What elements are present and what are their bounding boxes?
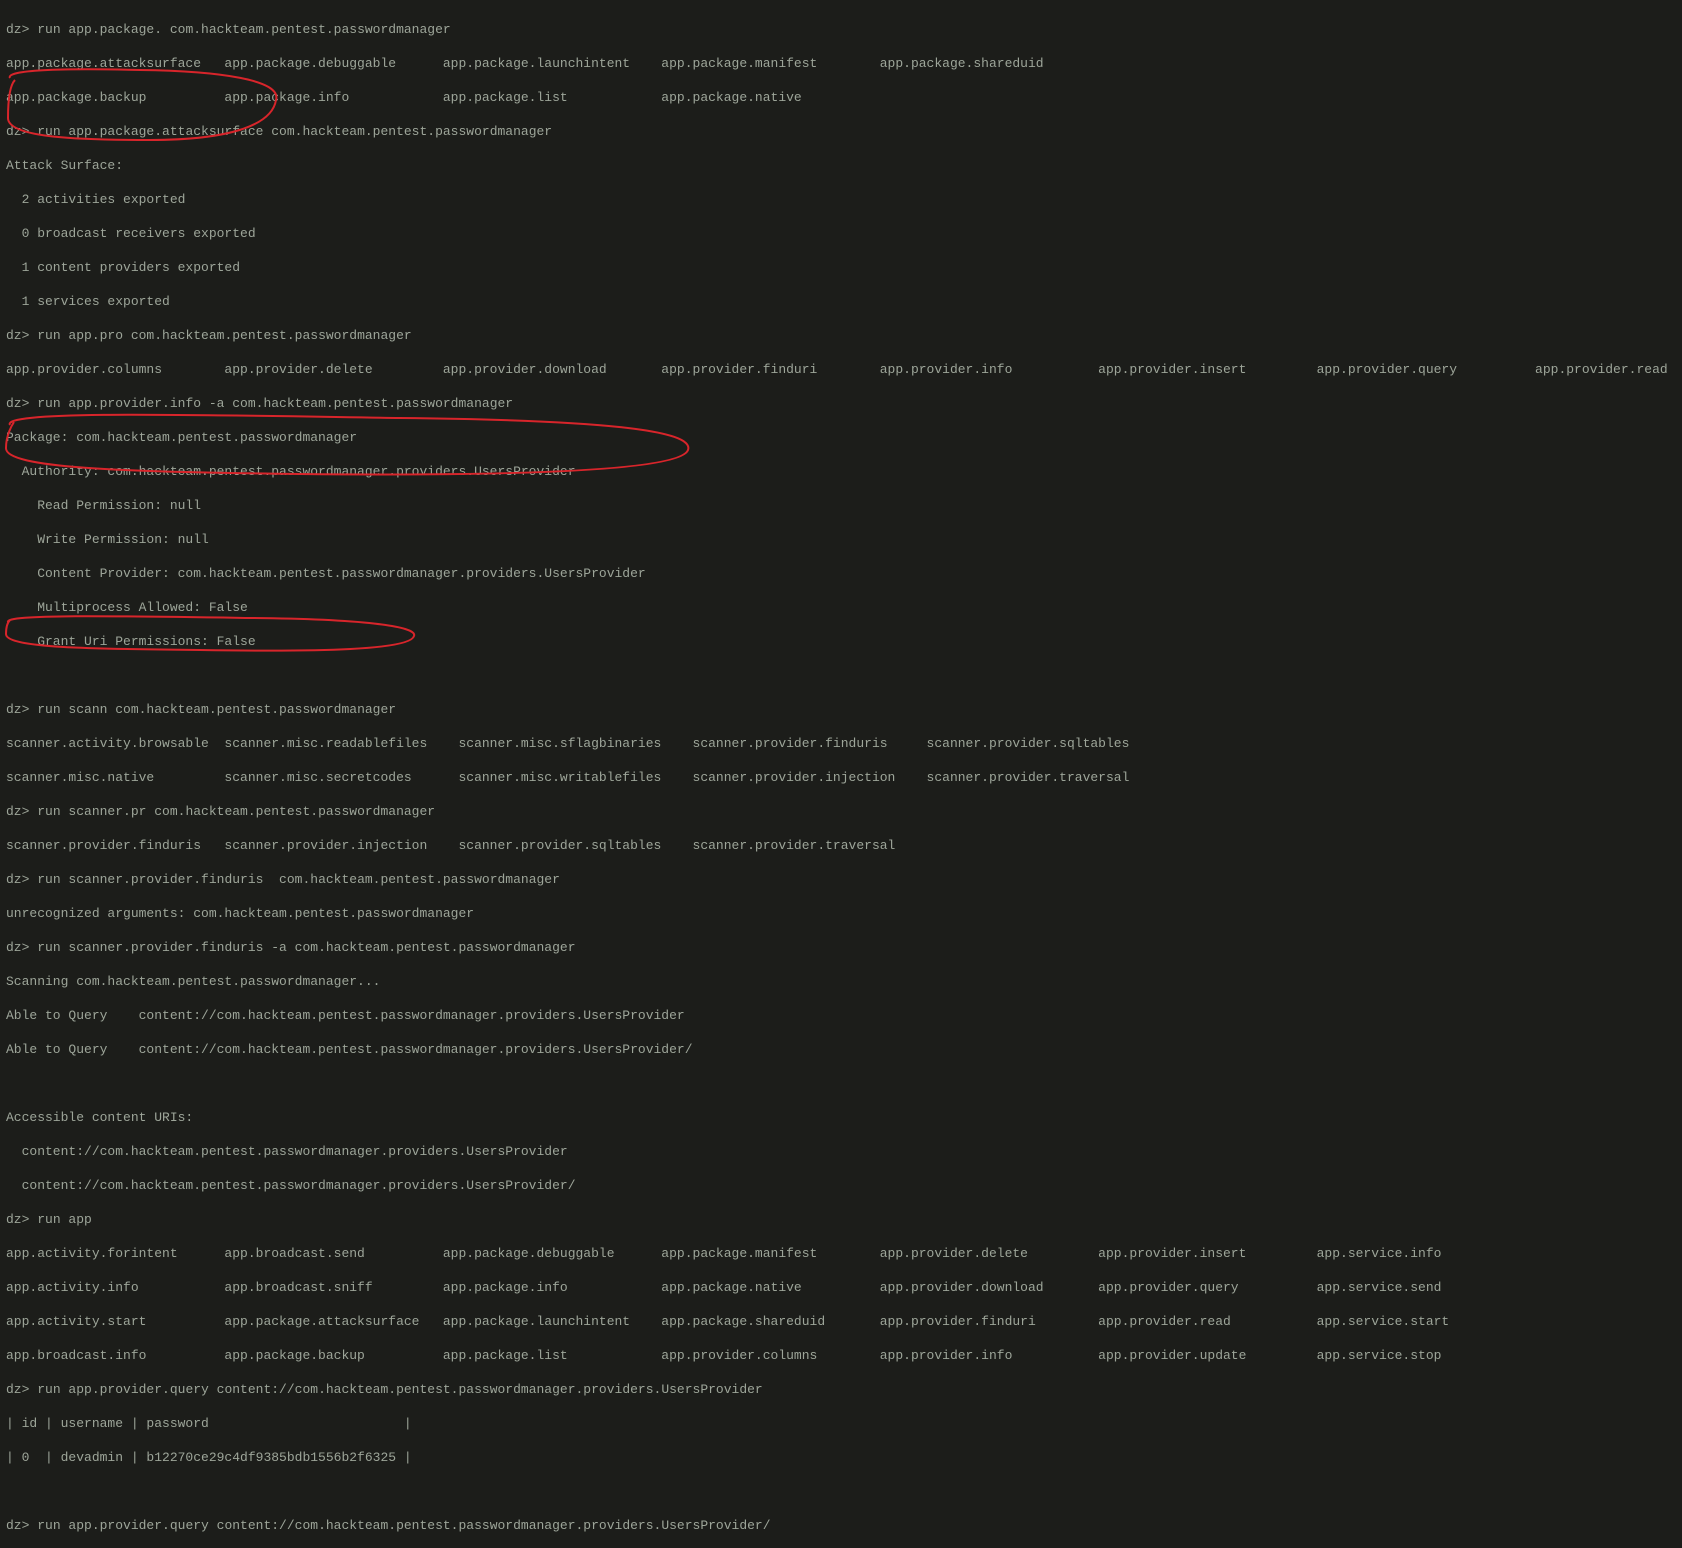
output-line: Package: com.hackteam.pentest.passwordma… bbox=[6, 429, 1676, 446]
completion-row: app.broadcast.info app.package.backup ap… bbox=[6, 1347, 1676, 1364]
output-line: content://com.hackteam.pentest.passwordm… bbox=[6, 1143, 1676, 1160]
output-line: unrecognized arguments: com.hackteam.pen… bbox=[6, 905, 1676, 922]
blank-line bbox=[6, 1483, 1676, 1500]
output-line: Write Permission: null bbox=[6, 531, 1676, 548]
output-line: 2 activities exported bbox=[6, 191, 1676, 208]
output-line: Scanning com.hackteam.pentest.passwordma… bbox=[6, 973, 1676, 990]
cmd-line: dz> run app.provider.info -a com.hacktea… bbox=[6, 395, 1676, 412]
completion-row: app.activity.forintent app.broadcast.sen… bbox=[6, 1245, 1676, 1262]
cmd-line: dz> run scanner.provider.finduris -a com… bbox=[6, 939, 1676, 956]
output-line: Accessible content URIs: bbox=[6, 1109, 1676, 1126]
cmd-line: dz> run app bbox=[6, 1211, 1676, 1228]
output-line: Multiprocess Allowed: False bbox=[6, 599, 1676, 616]
completion-row: app.package.attacksurface app.package.de… bbox=[6, 55, 1676, 72]
table-header: | id | username | password | bbox=[6, 1415, 1676, 1432]
completion-row: app.package.backup app.package.info app.… bbox=[6, 89, 1676, 106]
output-line: Able to Query content://com.hackteam.pen… bbox=[6, 1007, 1676, 1024]
cmd-line: dz> run scanner.provider.finduris com.ha… bbox=[6, 871, 1676, 888]
cmd-line: dz> run app.provider.query content://com… bbox=[6, 1517, 1676, 1534]
blank-line bbox=[6, 1075, 1676, 1092]
output-line: Attack Surface: bbox=[6, 157, 1676, 174]
output-line: Grant Uri Permissions: False bbox=[6, 633, 1676, 650]
blank-line bbox=[6, 667, 1676, 684]
output-line: Content Provider: com.hackteam.pentest.p… bbox=[6, 565, 1676, 582]
cmd-line: dz> run app.package. com.hackteam.pentes… bbox=[6, 21, 1676, 38]
output-line: 1 services exported bbox=[6, 293, 1676, 310]
terminal-output[interactable]: dz> run app.package. com.hackteam.pentes… bbox=[0, 0, 1682, 1548]
completion-row: scanner.misc.native scanner.misc.secretc… bbox=[6, 769, 1676, 786]
completion-row: app.provider.columns app.provider.delete… bbox=[6, 361, 1676, 378]
output-line: 0 broadcast receivers exported bbox=[6, 225, 1676, 242]
cmd-line: dz> run app.package.attacksurface com.ha… bbox=[6, 123, 1676, 140]
cmd-line: dz> run scann com.hackteam.pentest.passw… bbox=[6, 701, 1676, 718]
output-line: Able to Query content://com.hackteam.pen… bbox=[6, 1041, 1676, 1058]
output-line: Read Permission: null bbox=[6, 497, 1676, 514]
output-line: 1 content providers exported bbox=[6, 259, 1676, 276]
cmd-line: dz> run app.provider.query content://com… bbox=[6, 1381, 1676, 1398]
output-line: Authority: com.hackteam.pentest.password… bbox=[6, 463, 1676, 480]
completion-row: scanner.activity.browsable scanner.misc.… bbox=[6, 735, 1676, 752]
cmd-line: dz> run scanner.pr com.hackteam.pentest.… bbox=[6, 803, 1676, 820]
cmd-line: dz> run app.pro com.hackteam.pentest.pas… bbox=[6, 327, 1676, 344]
completion-row: scanner.provider.finduris scanner.provid… bbox=[6, 837, 1676, 854]
completion-row: app.activity.info app.broadcast.sniff ap… bbox=[6, 1279, 1676, 1296]
output-line: content://com.hackteam.pentest.passwordm… bbox=[6, 1177, 1676, 1194]
table-row: | 0 | devadmin | b12270ce29c4df9385bdb15… bbox=[6, 1449, 1676, 1466]
completion-row: app.activity.start app.package.attacksur… bbox=[6, 1313, 1676, 1330]
